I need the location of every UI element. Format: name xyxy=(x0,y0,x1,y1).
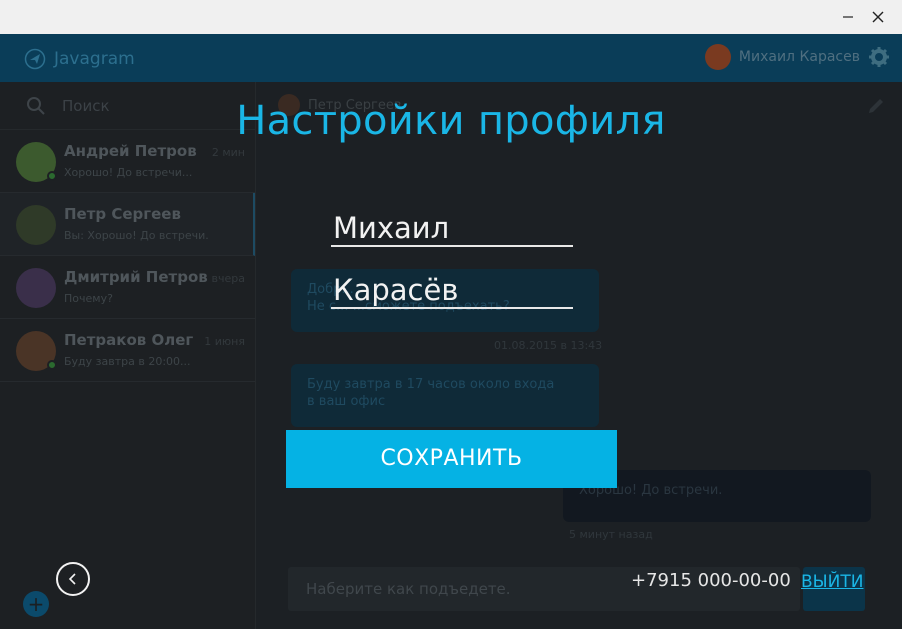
last-name-field[interactable]: Карасёв xyxy=(331,271,573,309)
chevron-left-icon xyxy=(68,573,76,585)
logout-link[interactable]: ВЫЙТИ xyxy=(801,572,863,592)
back-button[interactable] xyxy=(56,562,90,596)
profile-settings-overlay: Настройки профиля Михаил Карасёв СОХРАНИ… xyxy=(0,34,902,629)
save-button[interactable]: СОХРАНИТЬ xyxy=(286,430,617,488)
close-icon[interactable] xyxy=(862,0,894,34)
page-title: Настройки профиля xyxy=(236,98,666,144)
first-name-field[interactable]: Михаил xyxy=(331,209,573,247)
minimize-icon[interactable] xyxy=(832,0,864,34)
window-titlebar xyxy=(0,0,902,34)
phone-number: +7915 000-00-00 xyxy=(631,570,791,591)
